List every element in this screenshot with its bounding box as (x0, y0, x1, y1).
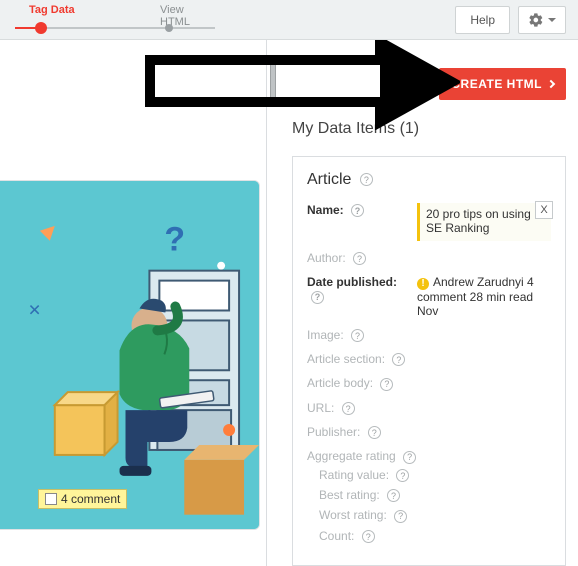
settings-button[interactable] (518, 6, 566, 34)
main: ✕ ? (0, 40, 578, 566)
worst-rating-label: Worst rating: ? (319, 508, 429, 522)
field-date-label: Date published: ? (307, 275, 417, 303)
field-publisher-label: Publisher: ? (307, 425, 417, 439)
field-date-value: !Andrew Zarudnyi 4 comment 28 min read N… (417, 275, 551, 318)
field-date-row: Date published: ? !Andrew Zarudnyi 4 com… (307, 275, 551, 318)
column-divider[interactable] (266, 40, 278, 566)
toolbar-right: Help (455, 6, 566, 34)
help-icon[interactable]: ? (353, 252, 366, 265)
help-icon[interactable]: ? (392, 353, 405, 366)
help-icon[interactable]: ? (396, 469, 409, 482)
help-icon[interactable]: ? (362, 530, 375, 543)
card-header-label: Article (307, 171, 351, 188)
field-url-label: URL: ? (307, 401, 417, 415)
field-author-label: Author: ? (307, 251, 417, 265)
close-icon[interactable]: X (535, 201, 553, 219)
gear-icon (528, 12, 544, 28)
left-column: ✕ ? (0, 40, 266, 566)
warning-icon: ! (417, 278, 429, 290)
create-html-label: CREATE HTML (451, 77, 542, 91)
help-icon[interactable]: ? (360, 173, 373, 186)
field-name-label: Name: ? (307, 203, 417, 217)
svg-text:?: ? (164, 221, 185, 259)
slider-knob[interactable] (35, 22, 47, 34)
tag-text: 4 comment (61, 492, 120, 506)
field-publisher-row: Publisher: ? (307, 425, 551, 439)
step-slider[interactable]: Tag Data View HTML (15, 4, 215, 22)
field-name-value[interactable]: 20 pro tips on using SE Ranking X (417, 203, 551, 241)
help-icon[interactable]: ? (342, 402, 355, 415)
aggregate-sublist: Rating value: ? Best rating: ? Worst rat… (319, 468, 551, 543)
field-aggregate-row: Aggregate rating ? (307, 449, 551, 463)
field-aggregate-label: Aggregate rating ? (307, 449, 417, 463)
step-1-label: Tag Data (29, 4, 75, 16)
field-name-row: Name: ? 20 pro tips on using SE Ranking … (307, 203, 551, 241)
chevron-right-icon (547, 80, 555, 88)
create-html-wrap: CREATE HTML (282, 40, 578, 110)
field-image-label: Image: ? (307, 328, 417, 342)
tag-icon (45, 493, 57, 505)
field-body-label: Article body: ? (307, 376, 417, 390)
scroll-handle[interactable] (270, 62, 276, 102)
help-icon[interactable]: ? (387, 489, 400, 502)
rating-value-label: Rating value: ? (319, 468, 429, 482)
card-header: Article ? (307, 171, 551, 189)
create-html-button[interactable]: CREATE HTML (439, 68, 566, 100)
right-column: CREATE HTML My Data Items (1) Article ? … (278, 40, 578, 566)
help-icon[interactable]: ? (368, 426, 381, 439)
toolbar: Tag Data View HTML Help (0, 0, 578, 40)
slider-end (165, 24, 173, 32)
field-image-row: Image: ? (307, 328, 551, 342)
article-preview[interactable]: ✕ ? (0, 180, 260, 530)
count-label: Count: ? (319, 529, 429, 543)
help-icon[interactable]: ? (394, 510, 407, 523)
field-section-label: Article section: ? (307, 352, 417, 366)
tagged-text-pill[interactable]: 4 comment (38, 489, 127, 509)
chevron-down-icon (548, 18, 556, 22)
best-rating-label: Best rating: ? (319, 488, 429, 502)
help-icon[interactable]: ? (351, 329, 364, 342)
field-url-row: URL: ? (307, 401, 551, 415)
field-body-row: Article body: ? (307, 376, 551, 390)
help-icon[interactable]: ? (403, 451, 416, 464)
svg-text:✕: ✕ (28, 302, 41, 319)
help-button[interactable]: Help (455, 6, 510, 34)
field-author-row: Author: ? (307, 251, 551, 265)
help-icon[interactable]: ? (311, 291, 324, 304)
section-title: My Data Items (1) (282, 110, 578, 148)
help-icon[interactable]: ? (380, 378, 393, 391)
help-icon[interactable]: ? (351, 204, 364, 217)
article-card: Article ? Name: ? 20 pro tips on using S… (292, 156, 566, 566)
field-section-row: Article section: ? (307, 352, 551, 366)
